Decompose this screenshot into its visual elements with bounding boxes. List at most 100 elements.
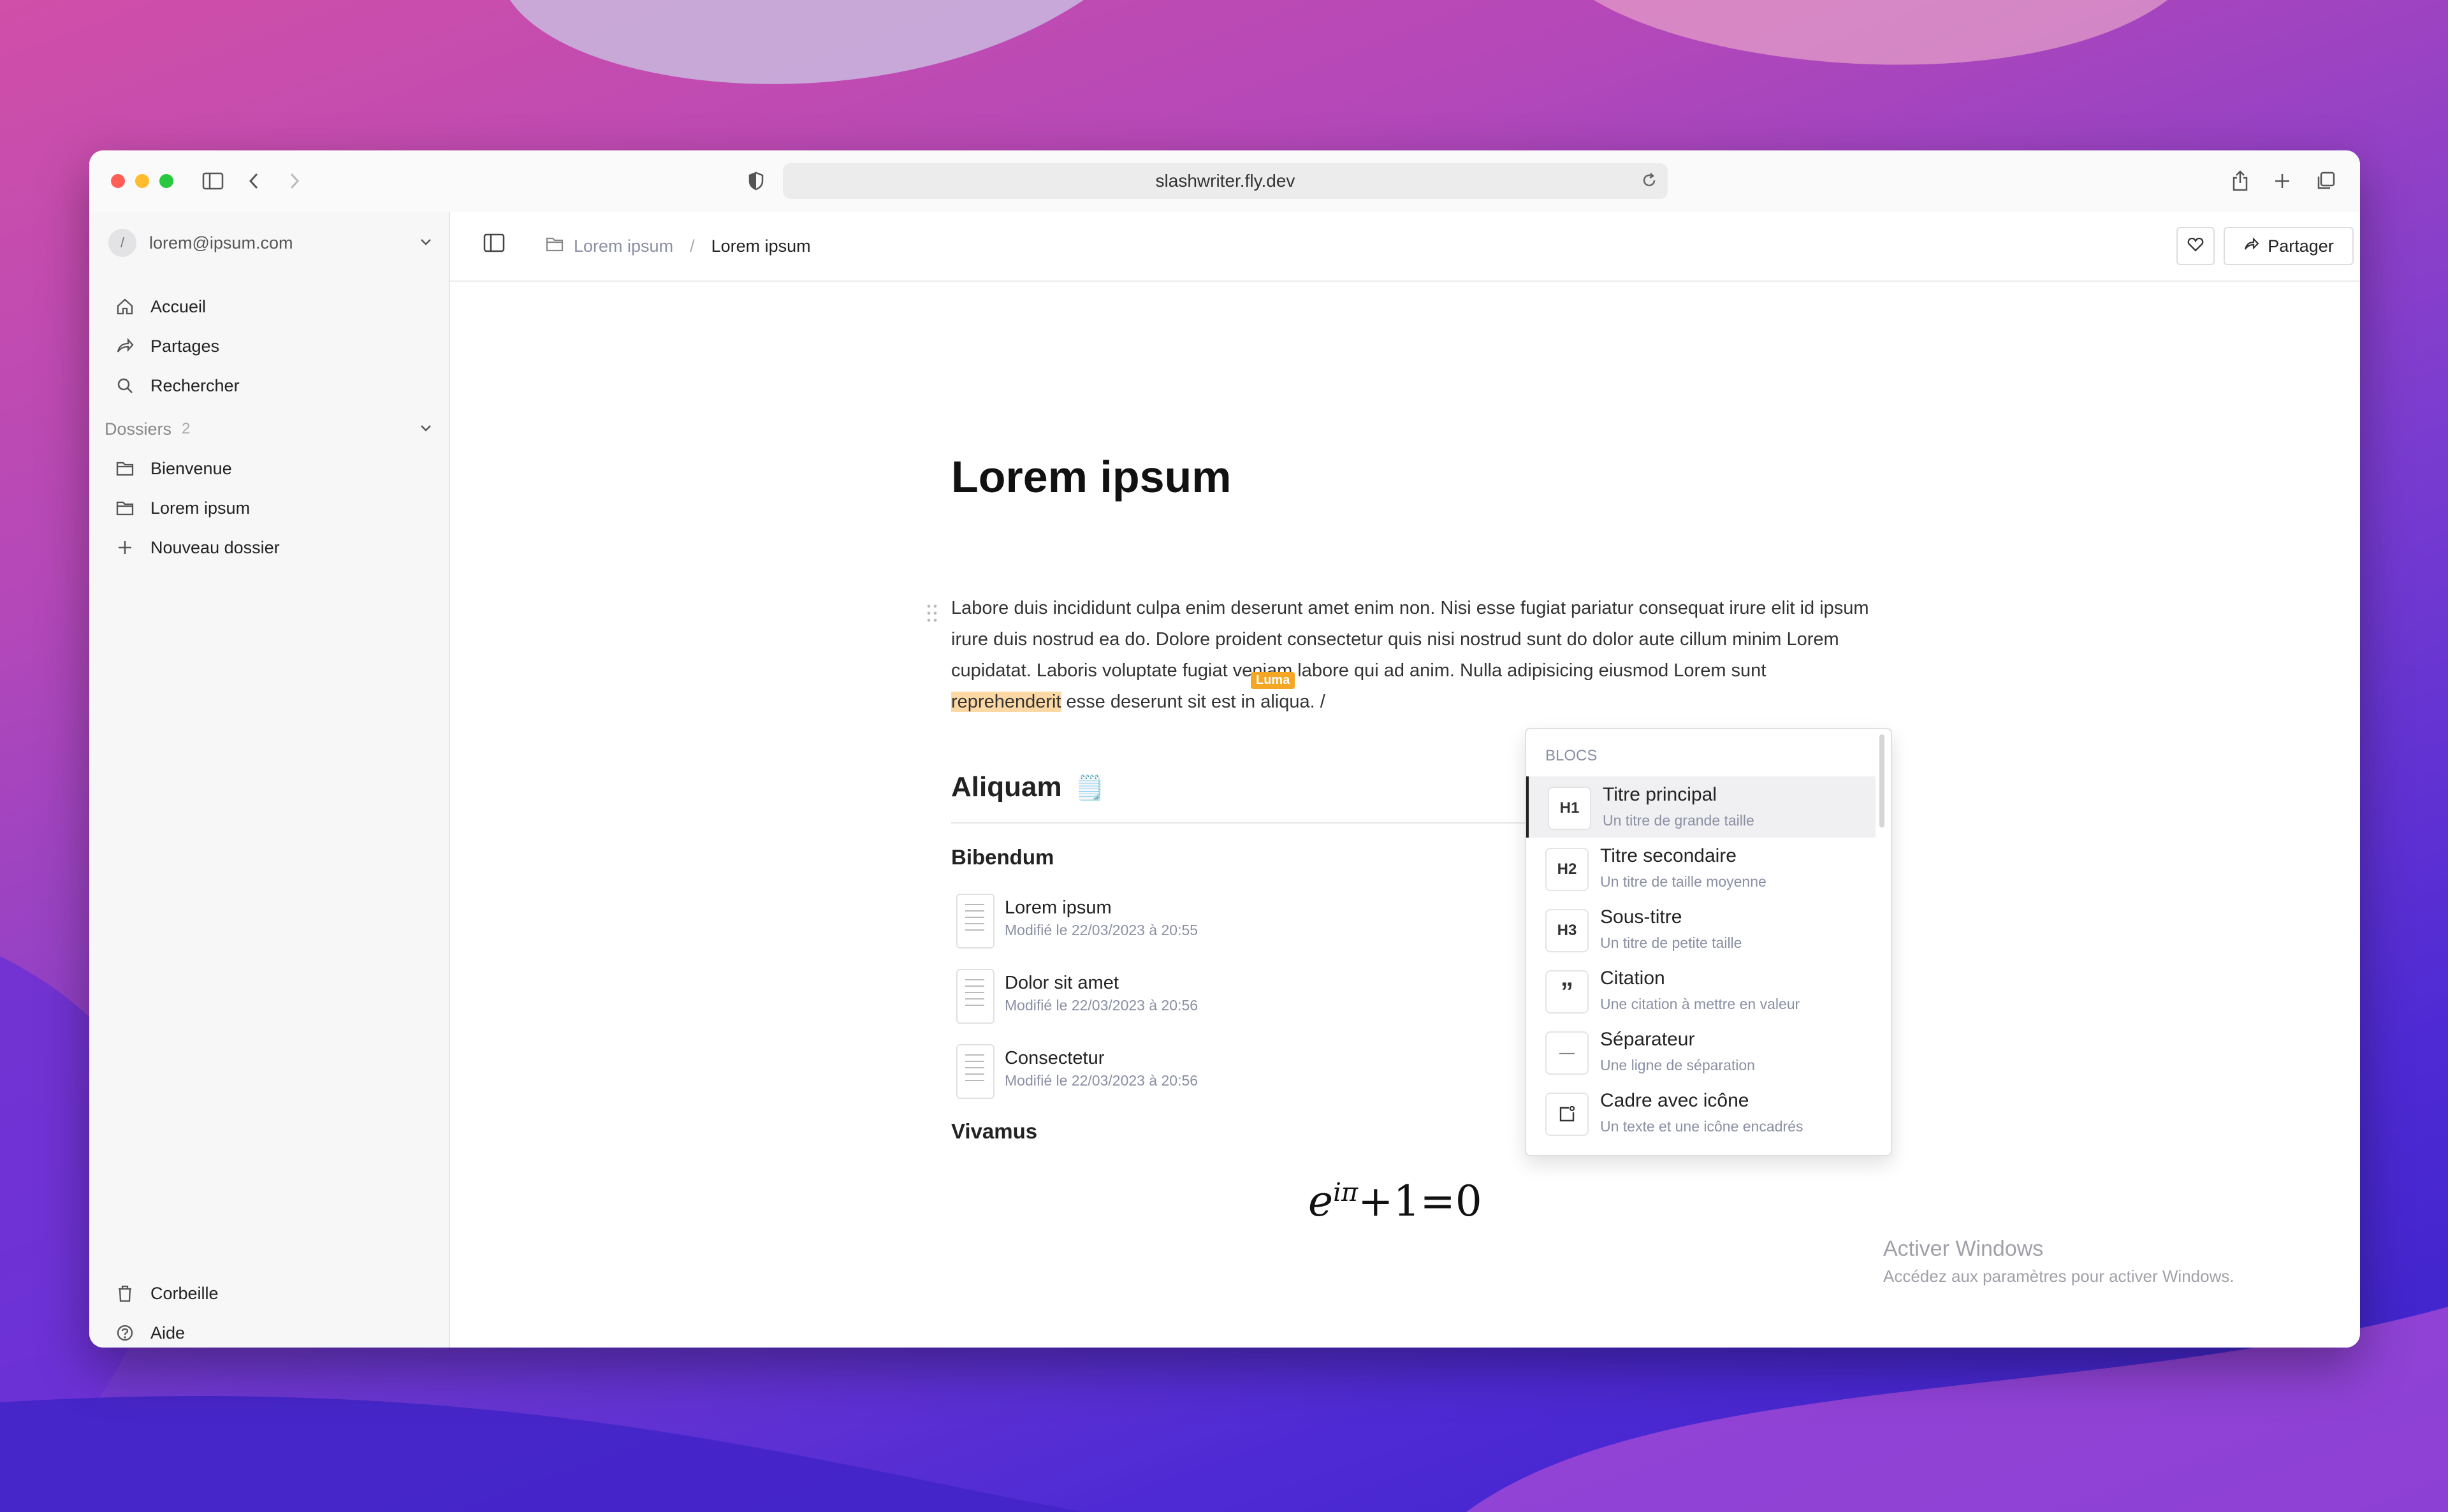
trash-icon: [113, 1282, 136, 1305]
chevron-down-icon: [418, 235, 433, 254]
app-sidebar: / lorem@ipsum.com Accueil Partages Reche…: [89, 212, 450, 1348]
document-icon: [956, 969, 994, 1024]
sidebar-item-corbeille[interactable]: Corbeille: [113, 1276, 219, 1311]
menu-item-cadre-avec-icone[interactable]: Cadre avec icône Un texte et une icône e…: [1526, 1082, 1873, 1144]
menu-item-title: Titre principal: [1603, 784, 1717, 805]
browser-window: slashwriter.fly.dev / lorem@ipsum.com Ac…: [89, 150, 2360, 1348]
menu-item-title: Cadre avec icône: [1600, 1090, 1749, 1111]
drag-handle-icon[interactable]: [926, 603, 938, 627]
account-switcher[interactable]: / lorem@ipsum.com: [108, 226, 433, 260]
formula-rest: +1=0: [1358, 1177, 1482, 1226]
menu-item-title: Séparateur: [1600, 1029, 1695, 1050]
forward-icon[interactable]: [283, 170, 306, 193]
reload-icon[interactable]: [1640, 171, 1659, 194]
menu-item-subtitle: Un titre de grande taille: [1603, 812, 1754, 829]
paragraph-block[interactable]: Labore duis incididunt culpa enim deseru…: [951, 593, 1869, 718]
heading-3-icon: H3: [1545, 909, 1589, 952]
favorite-button[interactable]: [2176, 227, 2215, 265]
menu-item-title: Citation: [1600, 968, 1665, 989]
menu-item-titre-secondaire[interactable]: H2 Titre secondaire Un titre de taille m…: [1526, 838, 1873, 899]
sidebar-item-partages[interactable]: Partages: [113, 329, 219, 363]
formula-base: e: [1308, 1177, 1334, 1226]
page-link-title: Consectetur: [1005, 1048, 1105, 1068]
menu-item-subtitle: Un titre de taille moyenne: [1600, 873, 1767, 890]
menu-item-title: Titre secondaire: [1600, 845, 1737, 866]
sidebar-item-label: Lorem ipsum: [150, 498, 251, 518]
share-label: Partager: [2268, 236, 2334, 256]
menu-item-separateur[interactable]: — Séparateur Une ligne de séparation: [1526, 1021, 1873, 1082]
chevron-down-icon: [418, 421, 433, 440]
close-window-button[interactable]: [111, 174, 125, 188]
heading-2[interactable]: Aliquam 🗒️: [951, 771, 1105, 803]
page-link-title: Lorem ipsum: [1005, 898, 1112, 918]
menu-item-titre-principal[interactable]: H1 Titre principal Un titre de grande ta…: [1526, 776, 1876, 838]
folders-section-header[interactable]: Dossiers 2: [105, 412, 433, 446]
address-bar[interactable]: slashwriter.fly.dev: [783, 163, 1668, 199]
document-topbar: Lorem ipsum / Lorem ipsum Partager: [450, 212, 2360, 282]
folder-icon: [113, 457, 136, 480]
document-icon: [956, 894, 994, 949]
new-tab-icon[interactable]: [2271, 170, 2294, 193]
toggle-sidebar-icon[interactable]: [483, 233, 505, 256]
watermark-title: Activer Windows: [1883, 1237, 2044, 1261]
account-email: lorem@ipsum.com: [149, 233, 293, 252]
heading-1-icon: H1: [1548, 787, 1591, 830]
breadcrumb-current[interactable]: Lorem ipsum: [711, 236, 811, 256]
breadcrumb: Lorem ipsum / Lorem ipsum: [546, 231, 811, 261]
browser-toolbar: slashwriter.fly.dev: [89, 150, 2360, 213]
heading-3-vivamus[interactable]: Vivamus: [951, 1119, 1037, 1144]
quote-icon: ”: [1545, 970, 1589, 1014]
folder-icon: [113, 497, 136, 520]
heading-3-bibendum[interactable]: Bibendum: [951, 845, 1054, 869]
share-icon: [113, 335, 136, 358]
menu-scrollbar[interactable]: [1879, 734, 1884, 827]
breadcrumb-folder[interactable]: Lorem ipsum: [574, 236, 673, 256]
notepad-emoji: 🗒️: [1074, 775, 1105, 802]
share-button[interactable]: Partager: [2224, 227, 2354, 265]
menu-section-label: BLOCS: [1545, 747, 1598, 764]
paragraph-text: Labore duis incididunt culpa enim deseru…: [951, 598, 1869, 681]
formula-exponent: iπ: [1333, 1178, 1359, 1207]
page-link-modified: Modifié le 22/03/2023 à 20:55: [1005, 922, 1198, 938]
paragraph-text-end: esse deserunt sit est in aliqua. /: [1061, 692, 1325, 712]
share-arrow-icon: [2243, 236, 2260, 256]
menu-item-subtitle: Une citation à mettre en valeur: [1600, 996, 1800, 1012]
zoom-window-button[interactable]: [159, 174, 173, 188]
new-folder-button[interactable]: Nouveau dossier: [113, 530, 280, 565]
menu-item-citation[interactable]: ” Citation Une citation à mettre en vale…: [1526, 960, 1873, 1021]
menu-item-sous-titre[interactable]: H3 Sous-titre Un titre de petite taille: [1526, 899, 1873, 960]
sidebar-item-aide[interactable]: Aide: [113, 1316, 185, 1348]
back-icon[interactable]: [242, 170, 265, 193]
collaborator-cursor-badge: Luma: [1251, 672, 1295, 689]
highlighted-word: reprehenderit: [951, 692, 1061, 712]
page-link-modified: Modifié le 22/03/2023 à 20:56: [1005, 997, 1198, 1014]
divider-icon: —: [1545, 1031, 1589, 1075]
url-text: slashwriter.fly.dev: [1155, 171, 1295, 191]
sidebar-item-lorem-ipsum[interactable]: Lorem ipsum: [113, 491, 250, 525]
page-link-title: Dolor sit amet: [1005, 973, 1119, 993]
privacy-shield-icon[interactable]: [745, 170, 768, 193]
page-title[interactable]: Lorem ipsum: [951, 451, 1232, 502]
folder-icon: [546, 236, 564, 257]
heading-2-icon: H2: [1545, 848, 1589, 891]
menu-item-title: Sous-titre: [1600, 906, 1682, 927]
heading-underline: [951, 822, 1614, 824]
share-page-icon[interactable]: [2229, 170, 2252, 193]
sidebar-item-bienvenue[interactable]: Bienvenue: [113, 451, 232, 486]
page-link-modified: Modifié le 22/03/2023 à 20:56: [1005, 1072, 1198, 1089]
sidebar-item-accueil[interactable]: Accueil: [113, 289, 206, 324]
sidebar-toggle-icon[interactable]: [201, 170, 224, 193]
tab-overview-icon[interactable]: [2314, 170, 2337, 193]
sidebar-item-label: Aide: [150, 1323, 186, 1342]
sidebar-item-label: Corbeille: [150, 1283, 219, 1303]
help-icon: [113, 1321, 136, 1344]
document-icon: [956, 1044, 994, 1099]
minimize-window-button[interactable]: [135, 174, 149, 188]
search-icon: [113, 374, 136, 397]
math-formula[interactable]: eiπ+1=0: [1308, 1177, 1482, 1226]
sidebar-item-rechercher[interactable]: Rechercher: [113, 368, 240, 403]
menu-item-subtitle: Un titre de petite taille: [1600, 934, 1742, 951]
avatar: /: [108, 229, 136, 257]
breadcrumb-separator: /: [690, 236, 695, 256]
sidebar-item-label: Rechercher: [150, 375, 240, 395]
